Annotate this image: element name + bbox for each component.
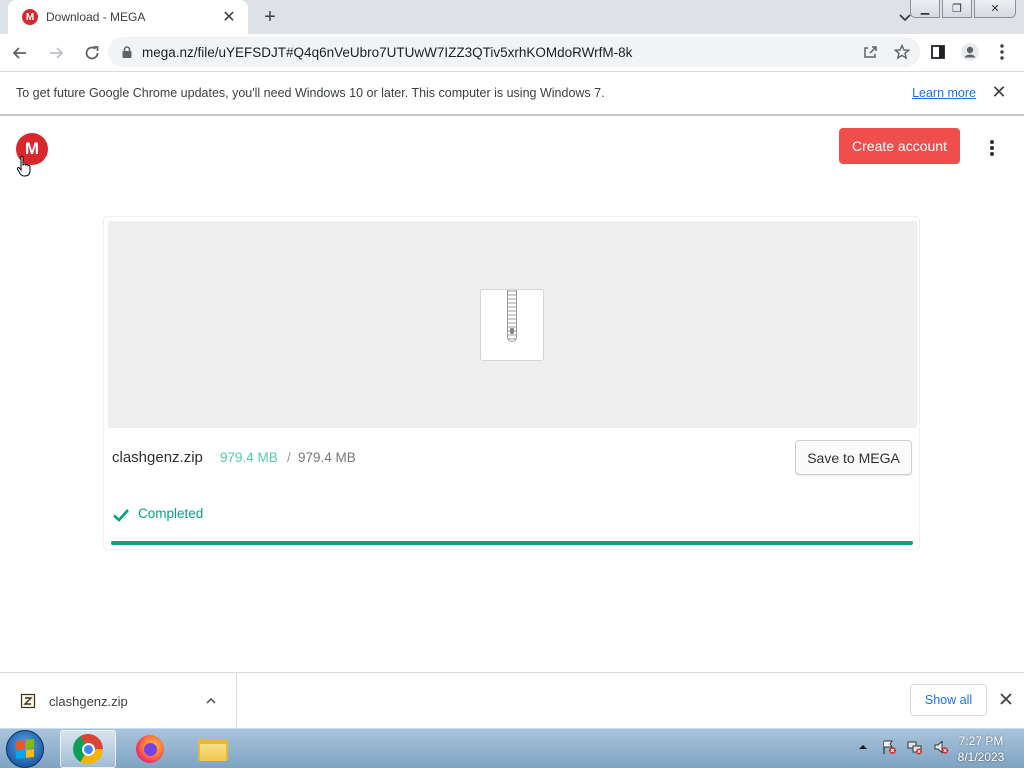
tab-title: Download - MEGA <box>46 10 146 24</box>
download-progress-fill <box>111 541 913 545</box>
download-card: clashgenz.zip 979.4 MB / 979.4 MB Save t… <box>103 216 920 550</box>
address-bar[interactable]: mega.nz/file/uYEFSDJT#Q4q6nVeUbro7UTUwW7… <box>108 37 920 67</box>
chevron-up-icon[interactable] <box>204 694 218 708</box>
shelf-close-icon[interactable] <box>998 691 1014 707</box>
more-options-icon[interactable] <box>982 137 1002 159</box>
windows-taskbar: 7:27 PM 8/1/2023 <box>0 728 1024 768</box>
download-shelf: clashgenz.zip Show all <box>0 672 1024 729</box>
download-progress-bar <box>111 541 913 545</box>
reload-icon <box>85 45 99 59</box>
learn-more-link[interactable]: Learn more <box>912 86 976 100</box>
windows-logo-icon <box>16 739 34 759</box>
zip-file-icon <box>480 289 544 361</box>
new-tab-button[interactable]: + <box>258 5 282 29</box>
taskbar-clock[interactable]: 7:27 PM 8/1/2023 <box>952 733 1010 765</box>
save-to-mega-button[interactable]: Save to MEGA <box>795 440 912 475</box>
toolbar-actions <box>924 37 1016 67</box>
back-arrow-icon <box>12 46 26 59</box>
file-preview <box>108 221 917 428</box>
action-center-flag-icon[interactable] <box>880 738 898 756</box>
share-icon[interactable] <box>860 42 880 62</box>
restore-button[interactable]: ❐ <box>942 0 972 18</box>
browser-toolbar: mega.nz/file/uYEFSDJT#Q4q6nVeUbro7UTUwW7… <box>0 34 1024 71</box>
chrome-menu-icon[interactable] <box>988 37 1016 67</box>
tab-close-icon[interactable]: ✕ <box>220 7 238 27</box>
firefox-icon <box>136 735 164 763</box>
download-item[interactable]: clashgenz.zip <box>0 673 237 729</box>
clock-date: 8/1/2023 <box>957 750 1005 764</box>
back-button[interactable] <box>4 37 36 69</box>
chrome-icon <box>73 734 103 764</box>
checkmark-icon <box>113 509 129 522</box>
taskbar-firefox[interactable] <box>122 730 178 768</box>
size-separator: / <box>287 450 291 465</box>
forward-button[interactable] <box>40 37 72 69</box>
system-tray <box>854 738 950 756</box>
infobar-message: To get future Google Chrome updates, you… <box>16 86 605 100</box>
tab-strip: M Download - MEGA ✕ + ▁ ❐ ✕ <box>0 0 1024 34</box>
network-icon[interactable] <box>906 738 924 756</box>
bookmark-star-icon[interactable] <box>892 42 912 62</box>
infobar-close-icon[interactable]: ✕ <box>990 83 1008 101</box>
file-name: clashgenz.zip <box>112 449 203 466</box>
minimize-button[interactable]: ▁ <box>910 0 940 18</box>
mega-download-page: M Create account clashgenz.zip 979.4 MB … <box>0 117 1024 672</box>
window-controls: ▁ ❐ ✕ <box>910 0 1016 18</box>
download-file-name: clashgenz.zip <box>49 693 128 709</box>
taskbar-file-explorer[interactable] <box>185 730 241 768</box>
total-size: 979.4 MB <box>298 450 356 465</box>
omnibox-actions <box>860 42 912 62</box>
forward-arrow-icon <box>50 46 64 59</box>
start-button[interactable] <box>6 730 44 768</box>
hand-cursor-icon <box>16 155 31 177</box>
url-text[interactable]: mega.nz/file/uYEFSDJT#Q4q6nVeUbro7UTUwW7… <box>142 45 632 60</box>
downloaded-size: 979.4 MB <box>220 450 278 465</box>
zip-archive-icon <box>20 693 36 709</box>
side-panel-icon[interactable] <box>924 37 952 67</box>
download-status: Completed <box>138 506 204 521</box>
mega-favicon-icon: M <box>22 9 38 25</box>
show-hidden-icons-icon[interactable] <box>854 738 872 756</box>
lock-icon[interactable] <box>120 45 134 59</box>
taskbar-chrome[interactable] <box>60 730 116 768</box>
clock-time: 7:27 PM <box>958 734 1004 748</box>
file-explorer-icon <box>198 737 228 761</box>
reload-button[interactable] <box>76 37 108 69</box>
create-account-button[interactable]: Create account <box>839 128 960 164</box>
show-all-button[interactable]: Show all <box>910 684 987 716</box>
volume-muted-icon[interactable] <box>932 738 950 756</box>
window-close-button[interactable]: ✕ <box>974 0 1016 18</box>
tab-download-mega[interactable]: M Download - MEGA ✕ <box>8 0 248 34</box>
profile-avatar-icon[interactable] <box>956 37 984 67</box>
update-infobar: To get future Google Chrome updates, you… <box>0 71 1024 116</box>
